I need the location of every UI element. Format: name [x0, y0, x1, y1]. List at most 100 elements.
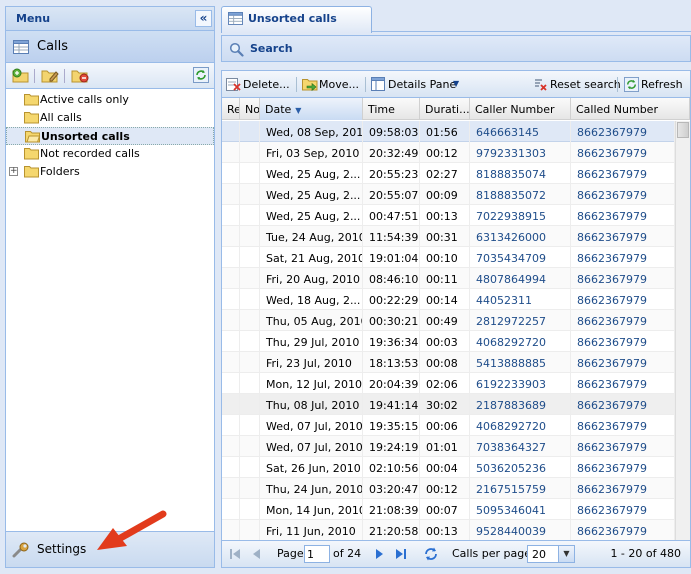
cell-called[interactable]: 8662367979 [571, 247, 675, 268]
cell-caller[interactable]: 9792331303 [470, 142, 571, 163]
cell-called[interactable]: 8662367979 [571, 457, 675, 478]
cell-caller[interactable]: 7038364327 [470, 436, 571, 457]
cell-caller[interactable]: 4068292720 [470, 415, 571, 436]
table-row[interactable]: Sat, 21 Aug, 2010 19:01:04 00:10 7035434709… [222, 247, 675, 268]
cell-caller[interactable]: 9528440039 [470, 520, 571, 541]
first-page-icon[interactable] [228, 548, 242, 560]
tab-unsorted-calls[interactable]: Unsorted calls [221, 6, 372, 33]
table-row[interactable]: Wed, 08 Sep, 2010 09:58:03 01:56 646663145 8… [222, 121, 675, 142]
cell-caller[interactable]: 7022938915 [470, 205, 571, 226]
scrollbar-thumb[interactable] [677, 122, 689, 138]
search-panel-header[interactable]: Search [221, 35, 691, 62]
cell-caller[interactable]: 2812972257 [470, 310, 571, 331]
collapse-menu-button[interactable]: « [195, 10, 212, 27]
cell-called[interactable]: 8662367979 [571, 415, 675, 436]
edit-folder-icon[interactable] [41, 68, 59, 83]
table-row[interactable]: Wed, 25 Aug, 2... 20:55:07 00:09 8188835072… [222, 184, 675, 205]
table-row[interactable]: Fri, 20 Aug, 2010 08:46:10 00:11 4807864994… [222, 268, 675, 289]
delete-folder-icon[interactable] [71, 68, 89, 83]
cell-empty [222, 226, 240, 247]
cell-called[interactable]: 8662367979 [571, 394, 675, 415]
table-row[interactable]: Mon, 12 Jul, 2010 20:04:39 02:06 6192233903… [222, 373, 675, 394]
cell-caller[interactable]: 8188835072 [470, 184, 571, 205]
next-page-icon[interactable] [372, 548, 386, 560]
tree-item-unsorted-calls[interactable]: Unsorted calls [6, 127, 214, 145]
table-row[interactable]: Wed, 07 Jul, 2010 19:35:15 00:06 4068292720… [222, 415, 675, 436]
page-number-input[interactable] [304, 545, 330, 563]
table-row[interactable]: Fri, 11 Jun, 2010 21:20:58 00:13 9528440039… [222, 520, 675, 541]
cell-caller[interactable]: 5413888885 [470, 352, 571, 373]
cell-called[interactable]: 8662367979 [571, 184, 675, 205]
folder-icon [24, 148, 39, 160]
table-row[interactable]: Wed, 25 Aug, 2... 20:55:23 02:27 8188835074… [222, 163, 675, 184]
cell-caller[interactable]: 2187883689 [470, 394, 571, 415]
cell-caller[interactable]: 5095346041 [470, 499, 571, 520]
cell-caller[interactable]: 646663145 [470, 121, 571, 142]
previous-page-icon[interactable] [250, 548, 264, 560]
calls-section-header[interactable]: Calls [6, 31, 214, 63]
search-icon [229, 42, 244, 57]
tree-item-label: Active calls only [40, 93, 129, 106]
cell-caller[interactable]: 2167515759 [470, 478, 571, 499]
cell-called[interactable]: 8662367979 [571, 436, 675, 457]
cell-duration: 00:06 [420, 415, 470, 436]
table-row[interactable]: Thu, 29 Jul, 2010 19:36:34 00:03 4068292720… [222, 331, 675, 352]
cell-called[interactable]: 8662367979 [571, 226, 675, 247]
cell-caller[interactable]: 4068292720 [470, 331, 571, 352]
table-row[interactable]: Fri, 03 Sep, 2010 20:32:49 00:12 9792331303… [222, 142, 675, 163]
tree-item-folders[interactable]: + Folders [6, 163, 214, 181]
cell-called[interactable]: 8662367979 [571, 163, 675, 184]
cell-called[interactable]: 8662367979 [571, 373, 675, 394]
cell-called[interactable]: 8662367979 [571, 121, 675, 142]
tree-item-all-calls[interactable]: All calls [6, 109, 214, 127]
cell-empty [222, 520, 240, 541]
column-header-no[interactable]: No [240, 98, 260, 120]
column-header-time[interactable]: Time [363, 98, 420, 120]
table-row[interactable]: Thu, 05 Aug, 2010 00:30:21 00:49 2812972257… [222, 310, 675, 331]
cell-called[interactable]: 8662367979 [571, 331, 675, 352]
cell-caller[interactable]: 8188835074 [470, 163, 571, 184]
table-row[interactable]: Sat, 26 Jun, 2010 02:10:56 00:04 5036205236… [222, 457, 675, 478]
table-row[interactable]: Wed, 07 Jul, 2010 19:24:19 01:01 7038364327… [222, 436, 675, 457]
calls-per-page-select[interactable]: 20 ▼ [527, 545, 575, 563]
table-row[interactable]: Wed, 25 Aug, 2... 00:47:51 00:13 7022938915… [222, 205, 675, 226]
cell-called[interactable]: 8662367979 [571, 142, 675, 163]
cell-caller[interactable]: 7035434709 [470, 247, 571, 268]
refresh-icon[interactable] [423, 546, 439, 562]
expand-folders-icon[interactable]: + [9, 167, 18, 176]
cell-time: 00:47:51 [363, 205, 420, 226]
table-row[interactable]: Wed, 18 Aug, 2... 00:22:29 00:14 44052311 86… [222, 289, 675, 310]
table-row[interactable]: Tue, 24 Aug, 2010 11:54:39 00:31 6313426000… [222, 226, 675, 247]
column-header-duration[interactable]: Durati... [420, 98, 470, 120]
cell-called[interactable]: 8662367979 [571, 205, 675, 226]
cell-caller[interactable]: 6192233903 [470, 373, 571, 394]
cell-called[interactable]: 8662367979 [571, 520, 675, 541]
cell-called[interactable]: 8662367979 [571, 499, 675, 520]
cell-caller[interactable]: 44052311 [470, 289, 571, 310]
last-page-icon[interactable] [394, 548, 408, 560]
cell-called[interactable]: 8662367979 [571, 268, 675, 289]
chevron-down-icon: ▼ [453, 79, 460, 88]
add-folder-icon[interactable] [12, 68, 30, 83]
tree-item-active-calls[interactable]: Active calls only [6, 91, 214, 109]
grid-scrollbar[interactable] [675, 121, 690, 541]
column-header-called-number[interactable]: Called Number [571, 98, 690, 120]
tree-item-not-recorded-calls[interactable]: Not recorded calls [6, 145, 214, 163]
cell-caller[interactable]: 5036205236 [470, 457, 571, 478]
cell-caller[interactable]: 4807864994 [470, 268, 571, 289]
cell-called[interactable]: 8662367979 [571, 478, 675, 499]
column-header-re[interactable]: Re [222, 98, 240, 120]
cell-date: Thu, 29 Jul, 2010 [260, 331, 363, 352]
chevron-down-icon[interactable]: ▼ [558, 546, 574, 562]
refresh-tree-icon[interactable] [193, 67, 209, 83]
cell-called[interactable]: 8662367979 [571, 352, 675, 373]
table-row[interactable]: Mon, 14 Jun, 2010 21:08:39 00:07 5095346041… [222, 499, 675, 520]
table-row[interactable]: Thu, 24 Jun, 2010 03:20:47 00:12 2167515759… [222, 478, 675, 499]
cell-called[interactable]: 8662367979 [571, 289, 675, 310]
table-row[interactable]: Fri, 23 Jul, 2010 18:13:53 00:08 5413888885… [222, 352, 675, 373]
column-header-date[interactable]: Date ▼ [260, 98, 363, 120]
cell-caller[interactable]: 6313426000 [470, 226, 571, 247]
cell-called[interactable]: 8662367979 [571, 310, 675, 331]
column-header-caller-number[interactable]: Caller Number [470, 98, 571, 120]
table-row[interactable]: Thu, 08 Jul, 2010 19:41:14 30:02 2187883689… [222, 394, 675, 415]
